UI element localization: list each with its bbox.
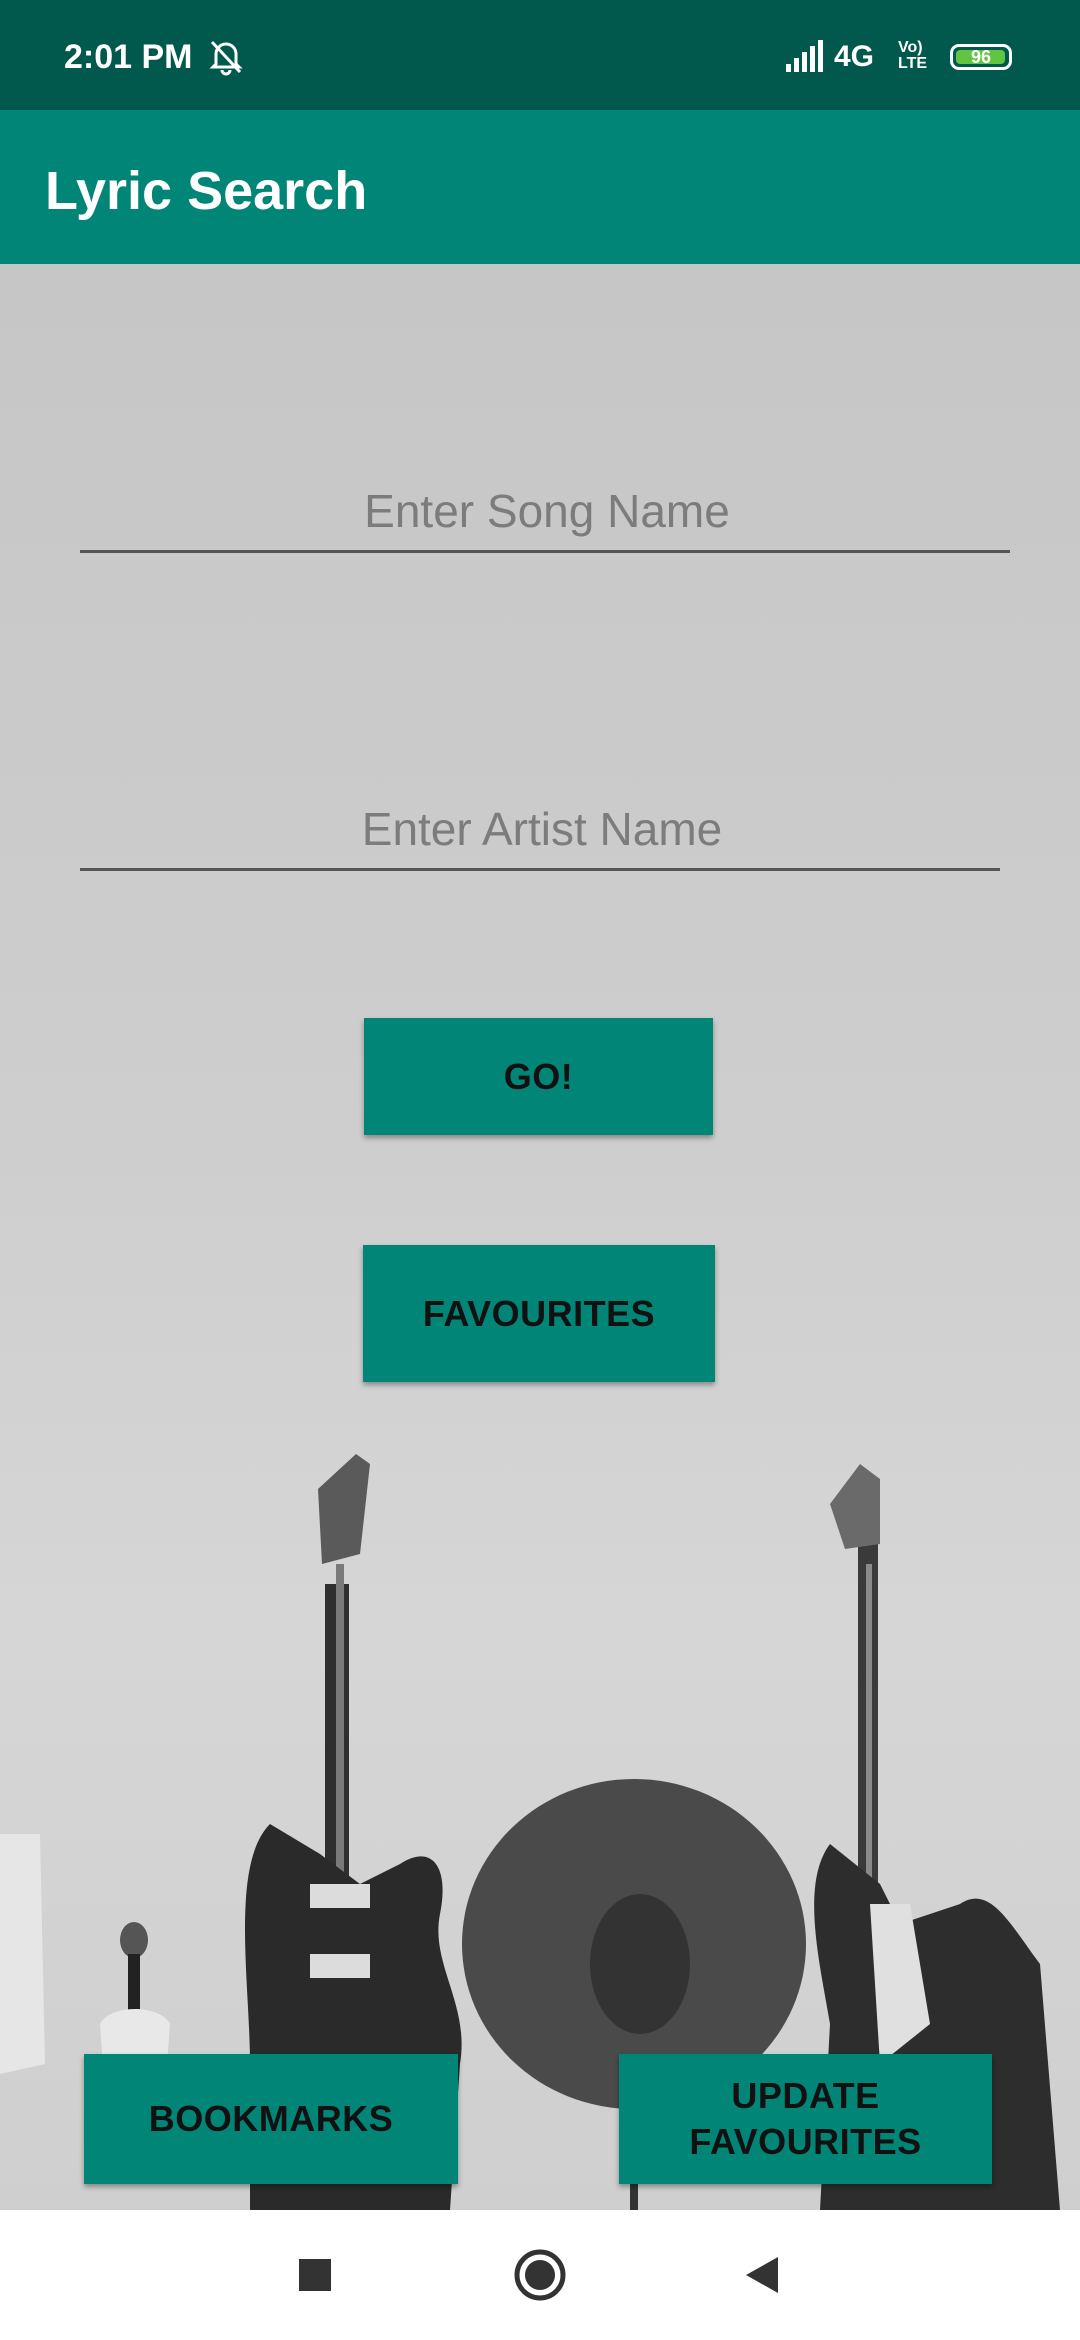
- status-time: 2:01 PM: [64, 38, 193, 76]
- update-favourites-label-line2: FAVOURITES: [689, 2121, 922, 2162]
- app-bar: Lyric Search: [0, 110, 1080, 264]
- main-content: GO! FAVOURITES BOOKMARKS UPDATE FAVOURIT…: [0, 264, 1080, 2210]
- status-bar: 2:01 PM 4G Vo) LTE 96: [0, 0, 1080, 110]
- battery-icon: 96: [950, 44, 1012, 70]
- favourites-button[interactable]: FAVOURITES: [363, 1245, 715, 1382]
- app-title: Lyric Search: [45, 161, 368, 221]
- volte-indicator: Vo) LTE: [898, 39, 928, 72]
- artist-name-field[interactable]: [80, 788, 1004, 871]
- artist-name-input[interactable]: [80, 788, 1004, 870]
- recent-apps-button[interactable]: [270, 2210, 360, 2340]
- song-name-input[interactable]: [80, 470, 1014, 552]
- home-button[interactable]: [495, 2210, 585, 2340]
- bookmarks-button[interactable]: BOOKMARKS: [84, 2054, 458, 2184]
- update-favourites-label-line1: UPDATE: [731, 2075, 880, 2116]
- home-icon: [514, 2249, 566, 2301]
- system-nav-bar: [0, 2210, 1080, 2340]
- go-button[interactable]: GO!: [364, 1018, 713, 1135]
- band-background-image: [0, 1454, 1060, 2210]
- back-icon: [746, 2257, 778, 2293]
- back-button[interactable]: [717, 2210, 807, 2340]
- battery-level: 96: [970, 47, 992, 67]
- network-type: 4G: [834, 40, 875, 73]
- recent-apps-icon: [299, 2259, 331, 2291]
- signal-icon: [786, 40, 823, 72]
- song-name-field[interactable]: [80, 470, 1014, 553]
- alarm-off-icon: [209, 40, 243, 76]
- update-favourites-button[interactable]: UPDATE FAVOURITES: [619, 2054, 992, 2184]
